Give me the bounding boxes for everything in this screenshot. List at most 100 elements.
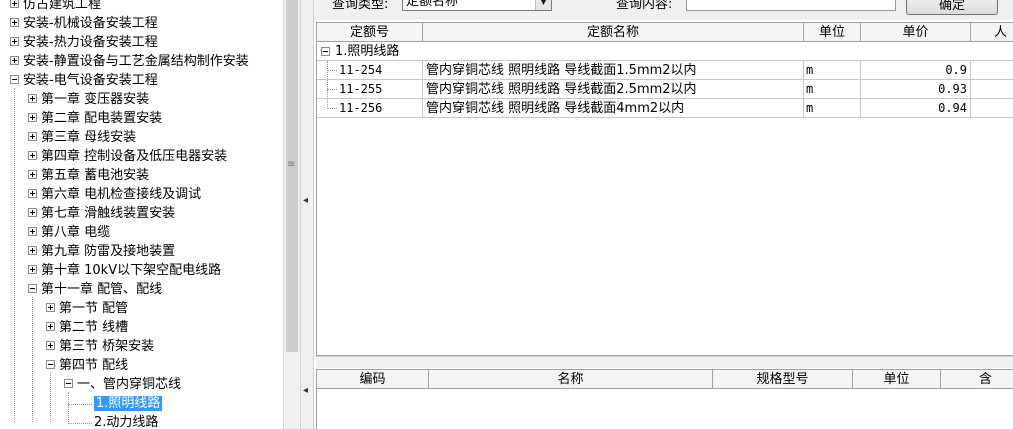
- tree-node-label: 第二节 线槽: [59, 320, 129, 335]
- tree-node[interactable]: 第四章 控制设备及低压电器安装: [28, 147, 227, 166]
- tree-connector-line: [14, 88, 15, 422]
- tree-node[interactable]: 第九章 防雷及接地装置: [28, 242, 175, 261]
- cell-name[interactable]: 管内穿铜芯线 照明线路 导线截面4mm2以内: [423, 99, 804, 118]
- plus-box-icon[interactable]: [28, 189, 37, 198]
- cell-unit[interactable]: m: [804, 80, 861, 99]
- col-header-qty[interactable]: 含: [941, 370, 1013, 389]
- tree-node[interactable]: 第三章 母线安装: [28, 128, 136, 147]
- tree-node-label: 第五章 蓄电池安装: [41, 168, 150, 183]
- query-bar: 查询类型: 定额名称 ▼ 查询内容: 确定: [314, 0, 1013, 20]
- cell-code[interactable]: 11-254: [317, 61, 423, 80]
- col-header-price[interactable]: 单价: [861, 23, 971, 42]
- col-header-unit[interactable]: 单位: [804, 23, 861, 42]
- query-type-select[interactable]: 定额名称 ▼: [402, 0, 552, 11]
- tree-node[interactable]: 第二节 线槽: [46, 318, 128, 337]
- tree-node[interactable]: 安装-热力设备安装工程: [10, 33, 158, 52]
- tree-node-label: 第三章 母线安装: [41, 130, 137, 145]
- plus-box-icon[interactable]: [46, 322, 55, 331]
- group-row[interactable]: 1.照明线路: [317, 42, 1013, 61]
- chevron-left-icon[interactable]: ◂: [303, 195, 308, 206]
- chevron-left-icon[interactable]: ◂: [303, 385, 308, 396]
- tree-node-label: 第九章 防雷及接地装置: [41, 244, 176, 259]
- col-header-labor[interactable]: 人: [971, 23, 1013, 42]
- plus-box-icon[interactable]: [28, 208, 37, 217]
- plus-box-icon[interactable]: [28, 151, 37, 160]
- tree-node-label: 仿古建筑工程: [23, 0, 102, 12]
- query-type-value: 定额名称: [406, 0, 459, 9]
- group-label: 1.照明线路: [335, 44, 400, 59]
- cell-name[interactable]: 管内穿铜芯线 照明线路 导线截面1.5mm2以内: [423, 61, 804, 80]
- tree-node[interactable]: 安装-静置设备与工艺金属结构制作安装: [10, 52, 249, 71]
- tree-node-label: 第八章 电缆: [41, 225, 111, 240]
- chevron-down-icon[interactable]: ▼: [535, 0, 551, 10]
- cell-price[interactable]: 0.94: [861, 99, 971, 118]
- minus-box-icon[interactable]: [46, 360, 55, 369]
- plus-box-icon[interactable]: [10, 0, 19, 8]
- col-header-material-unit[interactable]: 单位: [853, 370, 941, 389]
- tree-node[interactable]: 一、管内穿铜芯线: [64, 375, 181, 394]
- plus-box-icon[interactable]: [28, 113, 37, 122]
- category-tree[interactable]: 仿古建筑工程安装-机械设备安装工程 安装-热力设备安装工程 安装-静置设备与工艺金属…: [0, 0, 283, 429]
- cell-price[interactable]: 0.93: [861, 80, 971, 99]
- cell-labor[interactable]: [971, 99, 1013, 118]
- col-header-material-name[interactable]: 名称: [429, 370, 713, 389]
- tree-node[interactable]: 安装-电气设备安装工程: [10, 71, 158, 90]
- plus-box-icon[interactable]: [10, 37, 19, 46]
- cell-labor[interactable]: [971, 80, 1013, 99]
- tree-node[interactable]: 第六章 电机检查接线及调试: [28, 185, 201, 204]
- tree-node[interactable]: 1.照明线路: [94, 394, 163, 413]
- plus-box-icon[interactable]: [10, 56, 19, 65]
- tree-node-label: 第十一章 配管、配线: [41, 282, 163, 297]
- col-header-material-code[interactable]: 编码: [317, 370, 429, 389]
- tree-node-label: 第二章 配电装置安装: [41, 111, 163, 126]
- cell-unit[interactable]: m: [804, 61, 861, 80]
- tree-scrollbar[interactable]: ≡: [283, 0, 300, 429]
- tree-node[interactable]: 第四节 配线: [46, 356, 128, 375]
- col-header-name[interactable]: 定额名称: [423, 23, 804, 42]
- plus-box-icon[interactable]: [46, 341, 55, 350]
- plus-box-icon[interactable]: [28, 246, 37, 255]
- tree-node[interactable]: 第三节 桥架安装: [46, 337, 154, 356]
- tree-node[interactable]: 第一章 变压器安装: [28, 90, 149, 109]
- query-content-input[interactable]: [686, 0, 896, 11]
- col-header-code[interactable]: 定额号: [317, 23, 423, 42]
- cell-name[interactable]: 管内穿铜芯线 照明线路 导线截面2.5mm2以内: [423, 80, 804, 99]
- pane-splitter[interactable]: ◂ ◂: [300, 0, 314, 429]
- tree-node[interactable]: 安装-机械设备安装工程: [10, 14, 158, 33]
- cell-unit[interactable]: m: [804, 99, 861, 118]
- tree-node[interactable]: 第二章 配电装置安装: [28, 109, 162, 128]
- tree-node[interactable]: 第八章 电缆: [28, 223, 110, 242]
- minus-box-icon[interactable]: [28, 284, 37, 293]
- minus-box-icon[interactable]: [10, 75, 19, 84]
- plus-box-icon[interactable]: [28, 227, 37, 236]
- minus-box-icon[interactable]: [64, 379, 73, 388]
- minus-box-icon[interactable]: [321, 47, 330, 56]
- tree-node[interactable]: 2.动力线路: [94, 413, 158, 429]
- cell-code[interactable]: 11-256: [317, 99, 423, 118]
- table-horizontal-scrollbar[interactable]: [316, 356, 1013, 368]
- tree-node[interactable]: 仿古建筑工程: [10, 0, 101, 14]
- tree-node[interactable]: 第五章 蓄电池安装: [28, 166, 149, 185]
- material-table[interactable]: 编码 名称 规格型号 单位 含: [316, 369, 1013, 429]
- quota-table[interactable]: 定额号 定额名称 单位 单价 人 1.照明线路 11-254 管内穿铜芯线 照明线…: [316, 22, 1013, 356]
- plus-box-icon[interactable]: [10, 18, 19, 27]
- col-header-spec[interactable]: 规格型号: [713, 370, 853, 389]
- tree-node[interactable]: 第七章 滑触线装置安装: [28, 204, 175, 223]
- tree-connector-line: [68, 423, 92, 424]
- plus-box-icon[interactable]: [28, 265, 37, 274]
- ok-button[interactable]: 确定: [906, 0, 998, 15]
- tree-connector-line: [68, 404, 92, 405]
- query-content-label: 查询内容:: [616, 0, 673, 12]
- tree-connector-line: [32, 297, 33, 422]
- tree-node[interactable]: 第一节 配管: [46, 299, 128, 318]
- plus-box-icon[interactable]: [28, 94, 37, 103]
- cell-price[interactable]: 0.9: [861, 61, 971, 80]
- plus-box-icon[interactable]: [46, 303, 55, 312]
- tree-scrollbar-thumb[interactable]: [286, 0, 298, 352]
- tree-node[interactable]: 第十章 10kV以下架空配电线路: [28, 261, 221, 280]
- plus-box-icon[interactable]: [28, 170, 37, 179]
- cell-code[interactable]: 11-255: [317, 80, 423, 99]
- cell-labor[interactable]: [971, 61, 1013, 80]
- tree-node[interactable]: 第十一章 配管、配线: [28, 280, 162, 299]
- plus-box-icon[interactable]: [28, 132, 37, 141]
